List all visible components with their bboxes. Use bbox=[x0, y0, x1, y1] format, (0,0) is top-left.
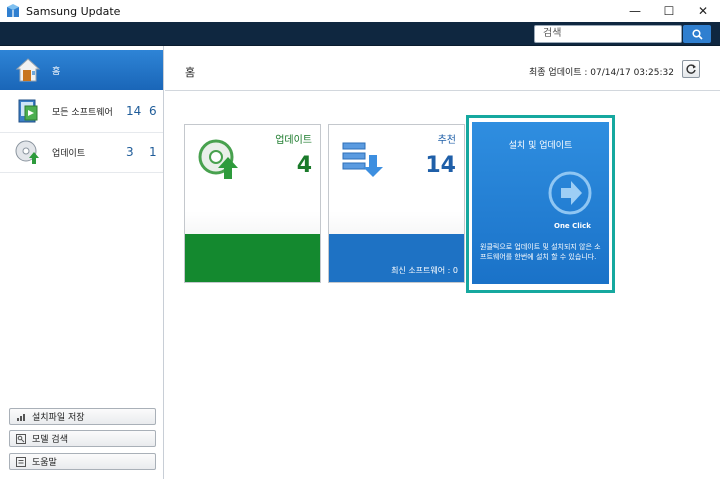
window-title: Samsung Update bbox=[26, 4, 121, 18]
sidebar-item-label: 업데이트 bbox=[52, 148, 86, 159]
model-search-icon bbox=[16, 433, 26, 444]
main-header: 홈 최종 업데이트 : 07/14/17 03:25:32 bbox=[165, 46, 720, 91]
arrow-right-circle-icon bbox=[548, 171, 592, 215]
title-bar: Samsung Update — ☐ ✕ bbox=[0, 0, 720, 22]
recommended-tile-count: 14 bbox=[425, 153, 456, 178]
oneclick-title: 설치 및 업데이트 bbox=[508, 141, 573, 151]
minimize-button[interactable]: — bbox=[618, 0, 652, 22]
sidebar: 홈 모든 소프트웨어 14 6 업데이트 3 1 설치파일 저장 모델 검색 도… bbox=[0, 46, 164, 479]
oneclick-subtitle: One Click bbox=[554, 222, 591, 230]
search-input[interactable]: 검색 bbox=[534, 25, 682, 43]
update-disc-icon bbox=[15, 140, 39, 164]
search-icon bbox=[691, 28, 703, 40]
update-tile-label: 업데이트 bbox=[275, 135, 312, 146]
software-icon bbox=[18, 99, 38, 123]
update-tile-count: 4 bbox=[296, 153, 312, 178]
sidebar-item-all-software[interactable]: 모든 소프트웨어 14 6 bbox=[0, 91, 163, 131]
update-count: 3 bbox=[126, 145, 134, 159]
oneclick-install-tile[interactable]: 설치 및 업데이트 One Click 원클릭으로 업데이트 및 설치되지 않은… bbox=[472, 122, 609, 284]
page-title: 홈 bbox=[185, 66, 196, 79]
help-icon bbox=[16, 456, 26, 467]
refresh-button[interactable] bbox=[682, 60, 700, 78]
header-bar: 검색 bbox=[0, 22, 720, 46]
close-button[interactable]: ✕ bbox=[686, 0, 720, 22]
update-tile[interactable]: 업데이트 4 bbox=[184, 124, 321, 283]
software-new-count: 6 bbox=[149, 104, 157, 118]
software-count: 14 bbox=[126, 104, 142, 118]
update-tile-bar bbox=[185, 234, 320, 282]
recommended-download-icon bbox=[342, 142, 383, 177]
maximize-button[interactable]: ☐ bbox=[652, 0, 686, 22]
recommended-tile-bar: 최신 소프트웨어 : 0 bbox=[329, 234, 464, 282]
oneclick-description: 원클릭으로 업데이트 및 설치되지 않은 소프트웨어를 한번에 설치 할 수 있… bbox=[480, 243, 601, 261]
help-button[interactable]: 도움말 bbox=[9, 453, 156, 470]
last-update-timestamp: 최종 업데이트 : 07/14/17 03:25:32 bbox=[529, 68, 674, 78]
update-new-count: 1 bbox=[149, 145, 157, 159]
sidebar-item-update[interactable]: 업데이트 3 1 bbox=[0, 132, 163, 172]
model-search-button[interactable]: 모델 검색 bbox=[9, 430, 156, 447]
search-button[interactable] bbox=[683, 25, 711, 43]
sidebar-divider bbox=[0, 172, 163, 173]
save-installer-label: 설치파일 저장 bbox=[32, 413, 85, 423]
help-label: 도움말 bbox=[32, 458, 57, 468]
latest-software-count: 최신 소프트웨어 : 0 bbox=[391, 266, 458, 275]
refresh-icon bbox=[686, 64, 696, 74]
home-icon bbox=[15, 58, 41, 82]
sidebar-item-label: 모든 소프트웨어 bbox=[52, 107, 113, 118]
save-installer-button[interactable]: 설치파일 저장 bbox=[9, 408, 156, 425]
samsung-update-app-icon bbox=[7, 4, 19, 17]
update-disc-icon bbox=[198, 139, 238, 179]
model-search-label: 모델 검색 bbox=[32, 435, 68, 445]
sidebar-item-label: 홈 bbox=[52, 66, 61, 77]
recommended-tile[interactable]: 추천 14 최신 소프트웨어 : 0 bbox=[328, 124, 465, 283]
recommended-tile-label: 추천 bbox=[437, 135, 456, 146]
chart-save-icon bbox=[17, 413, 25, 421]
sidebar-item-home[interactable]: 홈 bbox=[0, 50, 163, 90]
